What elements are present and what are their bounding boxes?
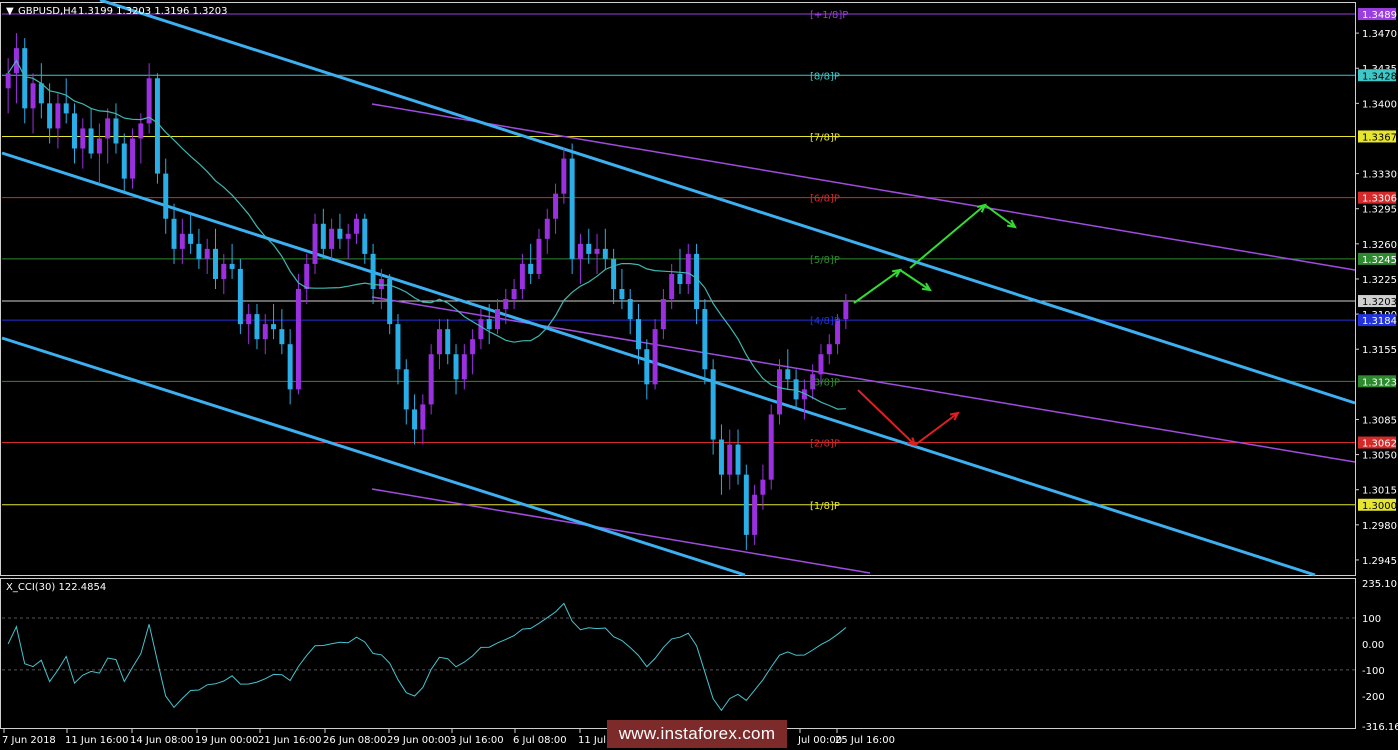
x-tick-label-11: 25 Jul 16:00 [835,735,895,746]
y-tick-label-12: 1.2980 [1362,521,1397,532]
candle-28 [237,258,243,335]
murrey-label-7: [3/8]P [810,377,840,388]
main-panel-frame [0,2,1356,576]
x-tick-label-0: 7 Jun 2018 [2,735,56,746]
cci-tick-2: 0.00 [1362,640,1384,651]
x-tick-label-8: 6 Jul 08:00 [513,735,567,746]
y-tick-label-3: 1.3330 [1362,170,1397,181]
price-tag-3: 1.3306 [1362,194,1397,205]
murrey-label-8: [2/8]P [810,439,840,450]
price-tag-5: 1.3203 [1362,297,1397,308]
ohlc-values: 1.3199 1.3203 1.3196 1.3203 [78,6,228,17]
murrey-label-9: [1/8]P [810,501,840,512]
murrey-label-1: [8/8]P [810,71,840,82]
price-tag-4: 1.3245 [1362,255,1397,266]
y-tick-label-11: 1.3015 [1362,486,1397,497]
price-tag-0: 1.3489 [1362,10,1397,21]
cci-tick-1: 100 [1362,614,1381,625]
main-panel: [+1/8]P [8/8]P [7/8]P [6/8]P [5/8]P [4/8]P [3/… [0,0,1397,577]
x-tick-label-6: 29 Jun 00:00 [387,735,451,746]
chart-title: GBPUSD,H4 [18,6,77,17]
candle-92 [768,404,774,490]
watermark-logo: www.instaforex.com [607,720,787,748]
price-tag-9: 1.3000 [1362,501,1397,512]
cci-tick-5: -316.1658 [1362,722,1398,733]
price-tag-1: 1.3428 [1362,71,1397,82]
candle-51 [428,344,434,415]
x-tick-label-7: 3 Jul 16:00 [450,735,504,746]
cci-tick-4: -200 [1362,692,1385,703]
price-tag-8: 1.3062 [1362,439,1397,450]
murrey-label-6: [4/8]P [810,316,840,327]
x-tick-label-5: 26 Jun 08:00 [323,735,387,746]
x-tick-label-3: 19 Jun 00:00 [195,735,259,746]
x-tick-label-1: 11 Jun 16:00 [65,735,129,746]
y-tick-label-6: 1.3225 [1362,275,1397,286]
cci-axis[interactable]: 235.1018 100 0.00 -100 -200 -316.1658 [1362,579,1398,733]
cci-tick-0: 235.1018 [1362,579,1398,590]
gbpusd-chart[interactable]: [+1/8]P [8/8]P [7/8]P [6/8]P [5/8]P [4/8]P [3/… [0,0,1398,750]
price-tag-7: 1.3123 [1362,377,1397,388]
triangle-icon[interactable]: ▼ [6,6,14,17]
cci-tick-3: -100 [1362,666,1385,677]
x-tick-label-4: 21 Jun 16:00 [258,735,322,746]
y-tick-label-9: 1.3085 [1362,415,1397,426]
candle-18 [154,73,160,184]
y-tick-label-0: 1.3470 [1362,29,1397,40]
candle-35 [295,273,301,395]
y-tick-label-4: 1.3295 [1362,205,1397,216]
candle-68 [569,143,575,274]
price-tags: 1.3489 1.3428 1.3367 1.3306 1.3245 1.3203 1.31… [1358,8,1397,512]
y-tick-label-2: 1.3400 [1362,99,1397,110]
y-tick-label-10: 1.3050 [1362,451,1397,462]
murrey-label-3: [6/8]P [810,194,840,205]
cci-panel: 235.1018 100 0.00 -100 -200 -316.1658 X_CCI(3… [0,578,1398,733]
cci-panel-frame [0,578,1356,729]
candle-78 [652,319,658,390]
murrey-label-4: [5/8]P [810,255,840,266]
x-tick-label-2: 14 Jun 08:00 [130,735,194,746]
y-tick-label-8: 1.3155 [1362,345,1397,356]
murrey-label-2: [7/8]P [810,132,840,143]
murrey-label-0: [+1/8]P [810,10,848,21]
y-tick-label-5: 1.3260 [1362,240,1397,251]
price-tag-6: 1.3184 [1362,316,1397,327]
price-tag-2: 1.3367 [1362,132,1397,143]
cci-title: X_CCI(30) 122.4854 [6,582,106,593]
y-tick-label-13: 1.2945 [1362,556,1397,567]
